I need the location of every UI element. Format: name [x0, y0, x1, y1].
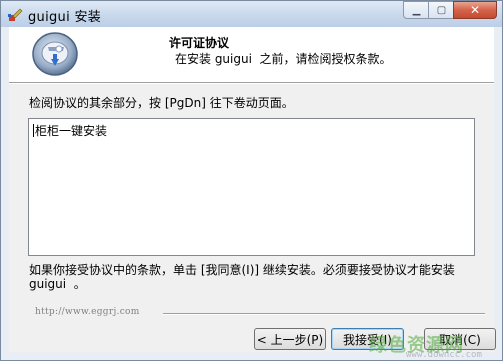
installer-window: guigui 安装 ▁ ▢ ✕ 许可证协议 在安装 guigui 之前，请检阅授…	[0, 0, 503, 361]
window-title: guigui 安装	[28, 10, 102, 25]
page-title: 许可证协议	[169, 36, 230, 50]
page-header: 许可证协议 在安装 guigui 之前，请检阅授权条款。	[9, 27, 494, 82]
branding-divider	[163, 313, 485, 315]
minimize-button[interactable]: ▁	[403, 1, 429, 19]
close-button[interactable]: ✕	[453, 1, 497, 19]
accept-note: 如果你接受协议中的条款，单击 [我同意(I)] 继续安装。必须要接受协议才能安装…	[29, 263, 459, 291]
close-icon: ✕	[469, 3, 481, 17]
maximize-button[interactable]: ▢	[428, 1, 454, 19]
maximize-icon: ▢	[436, 4, 447, 16]
text-caret	[33, 124, 34, 137]
back-button[interactable]: < 上一步(P)	[254, 328, 326, 350]
license-content: 柜柜一键安装	[35, 124, 108, 138]
minimize-icon: ▁	[412, 4, 421, 16]
branding-text: http://www.eggrj.com	[35, 307, 140, 317]
watermark-url: www.downcc.com	[406, 350, 482, 360]
license-text: 柜柜一键安装	[33, 122, 107, 139]
installer-icon	[8, 8, 23, 21]
instructions-label: 检阅协议的其余部分，按 [PgDn] 往下卷动页面。	[29, 96, 294, 110]
install-disc-icon	[32, 32, 78, 76]
page-subtitle: 在安装 guigui 之前，请检阅授权条款。	[175, 52, 392, 66]
license-textbox[interactable]: 柜柜一键安装	[28, 118, 475, 256]
title-bar[interactable]: guigui 安装 ▁ ▢ ✕	[1, 1, 502, 27]
